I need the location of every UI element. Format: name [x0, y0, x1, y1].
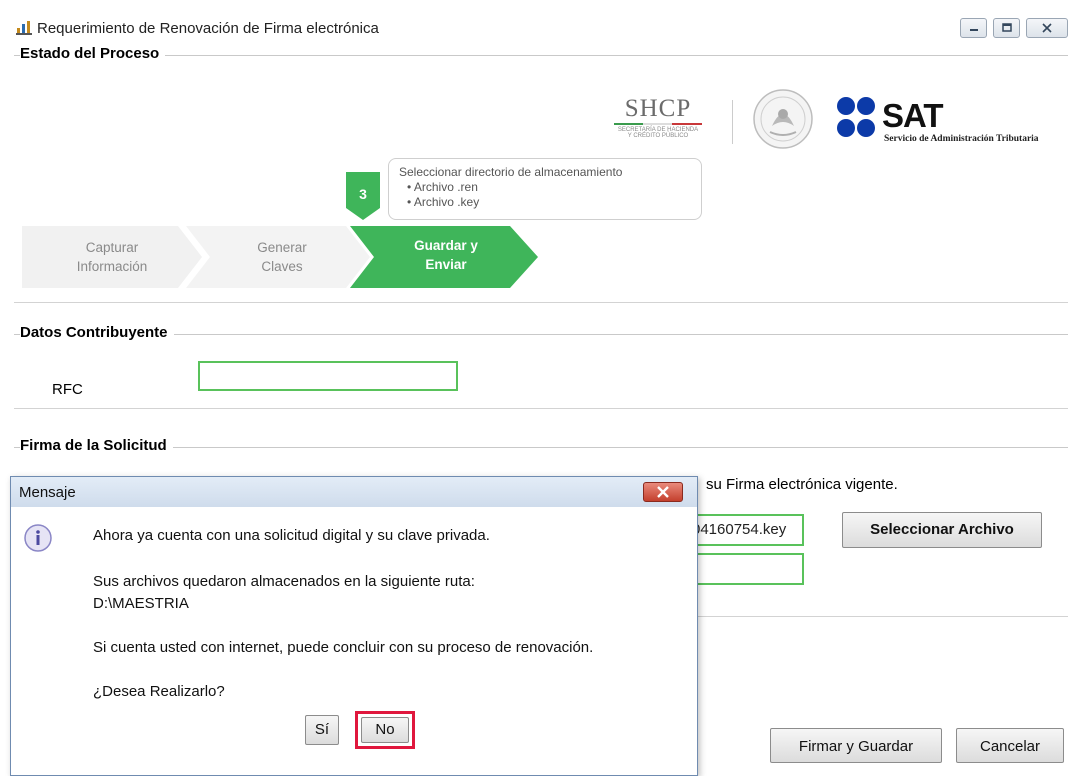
wizard-step-3-line1: Guardar y	[414, 238, 478, 253]
yes-button[interactable]: Sí	[305, 715, 339, 745]
section-frame-top	[14, 55, 1068, 56]
step-number-badge: 3	[346, 172, 380, 220]
tooltip-item-text: Archivo .key	[413, 195, 480, 209]
tooltip-item: • Archivo .ren	[407, 180, 478, 194]
wizard-step-2-line1: Generar	[257, 240, 307, 255]
wizard-step-2: Generar Claves	[212, 238, 352, 276]
sat-name: SAT	[882, 97, 944, 134]
sat-dots-icon	[837, 97, 875, 137]
contribuyente-section-label: Datos Contribuyente	[20, 324, 174, 341]
firma-section-label: Firma de la Solicitud	[20, 437, 173, 454]
shcp-line2: Y CRÉDITO PÚBLICO	[627, 133, 689, 139]
sat-subtitle: Servicio de Administración Tributaria	[884, 134, 1039, 144]
section-divider	[14, 302, 1068, 303]
wizard-step-1: Capturar Información	[42, 238, 182, 276]
shcp-logo: SHCP SECRETARÍA DE HACIENDA Y CRÉDITO PÚ…	[604, 96, 712, 152]
mexico-seal-icon	[753, 89, 813, 149]
dialog-path: D:\MAESTRIA	[93, 595, 189, 612]
close-window-button[interactable]	[1026, 18, 1068, 38]
dialog-close-button[interactable]	[643, 482, 683, 502]
shcp-flag-bar	[614, 123, 702, 125]
rfc-label: RFC	[52, 381, 83, 398]
wizard-step-3: Guardar y Enviar	[376, 236, 516, 274]
step3-tooltip: Seleccionar directorio de almacenamiento…	[388, 158, 702, 220]
dialog-question: ¿Desea Realizarlo?	[93, 683, 225, 700]
wizard-step-3-line2: Enviar	[425, 257, 467, 272]
select-file-button[interactable]: Seleccionar Archivo	[842, 512, 1042, 548]
sign-and-save-button[interactable]: Firmar y Guardar	[770, 728, 942, 763]
wizard-step-1-line2: Información	[76, 259, 148, 274]
tooltip-title: Seleccionar directorio de almacenamiento	[399, 165, 623, 179]
shcp-name: SHCP	[624, 95, 692, 122]
wizard-steps: Capturar Información Generar Claves Guar…	[22, 226, 542, 288]
dialog-title: Mensaje	[19, 484, 76, 501]
sat-logo: SAT Servicio de Administración Tributari…	[836, 96, 1068, 146]
dialog-message-line1: Ahora ya cuenta con una solicitud digita…	[93, 527, 490, 544]
firma-instruction: su Firma electrónica vigente.	[706, 476, 898, 493]
dialog-titlebar: Mensaje	[11, 477, 697, 507]
section-divider	[14, 408, 1068, 409]
no-button[interactable]: No	[361, 717, 409, 743]
cancel-button[interactable]: Cancelar	[956, 728, 1064, 763]
maximize-icon	[1001, 23, 1012, 32]
maximize-button[interactable]	[993, 18, 1020, 38]
logo-divider	[732, 100, 733, 144]
wizard-step-2-line2: Claves	[261, 259, 303, 274]
window-title: Requerimiento de Renovación de Firma ele…	[37, 20, 379, 37]
close-icon	[1042, 23, 1052, 33]
app-icon	[16, 21, 32, 35]
estado-section-label: Estado del Proceso	[20, 45, 166, 62]
tooltip-item-text: Archivo .ren	[413, 180, 478, 194]
key-file-field[interactable]: 04160754.key	[680, 514, 804, 546]
message-dialog: Mensaje Ahora ya cuenta con una solicitu…	[10, 476, 698, 776]
password-input[interactable]	[680, 553, 804, 585]
minimize-button[interactable]	[960, 18, 987, 38]
wizard-step-1-line1: Capturar	[85, 240, 139, 255]
rfc-input[interactable]	[198, 361, 458, 391]
step-badge-number: 3	[359, 186, 367, 202]
minimize-icon	[969, 29, 978, 31]
dialog-message-line2: Sus archivos quedaron almacenados en la …	[93, 573, 475, 590]
dialog-message-line3: Si cuenta usted con internet, puede conc…	[93, 639, 594, 656]
tooltip-item: • Archivo .key	[407, 195, 480, 209]
close-icon	[657, 486, 669, 498]
window-titlebar: Requerimiento de Renovación de Firma ele…	[0, 0, 1068, 40]
info-icon	[24, 524, 52, 552]
